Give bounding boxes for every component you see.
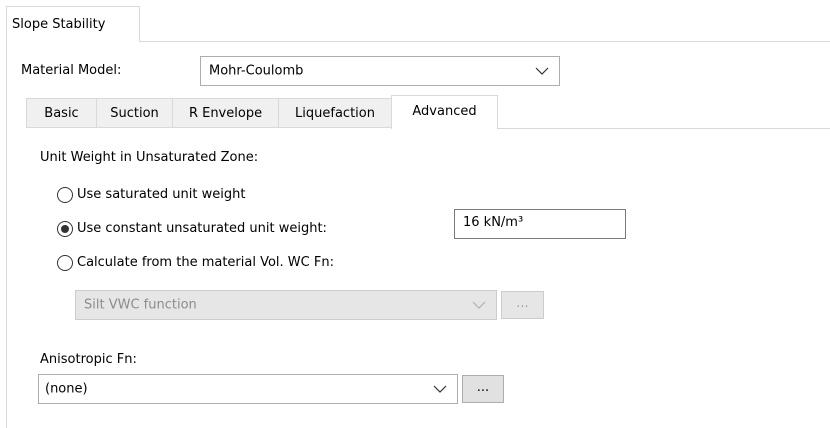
material-model-value: Mohr-Coulomb (209, 63, 304, 79)
unit-weight-heading: Unit Weight in Unsaturated Zone: (40, 150, 259, 165)
chevron-down-icon (535, 67, 549, 75)
radio-constant-unsaturated-unit-weight[interactable] (57, 221, 73, 237)
vwc-function-value: Silt VWC function (84, 297, 197, 313)
tab-r-envelope-label: R Envelope (188, 106, 263, 121)
radio-saturated-unit-weight[interactable] (57, 187, 73, 203)
tab-suction-label: Suction (110, 106, 159, 121)
constant-unit-weight-input[interactable]: 16 kN/m³ (454, 209, 626, 239)
anisotropic-fn-dropdown[interactable]: (none) (38, 374, 458, 404)
tab-slope-stability-label: Slope Stability (12, 17, 106, 32)
tab-suction[interactable]: Suction (96, 98, 172, 128)
tab-slope-stability[interactable]: Slope Stability (6, 6, 140, 42)
vwc-function-dropdown[interactable]: Silt VWC function (75, 290, 497, 320)
inner-tab-divider (497, 128, 830, 129)
outer-tab-divider (140, 41, 830, 42)
anisotropic-fn-value: (none) (45, 381, 88, 397)
tab-liquefaction[interactable]: Liquefaction (278, 98, 392, 128)
vwc-function-browse-button[interactable]: ... (501, 291, 544, 319)
radio-selected-dot (61, 225, 69, 233)
chevron-down-icon (472, 301, 486, 309)
constant-unit-weight-value: 16 kN/m³ (463, 215, 524, 230)
tab-basic-label: Basic (44, 106, 79, 121)
calculate-from-vwc-fn-label: Calculate from the material Vol. WC Fn: (77, 255, 334, 270)
tab-advanced-label: Advanced (412, 104, 477, 119)
tab-liquefaction-label: Liquefaction (295, 106, 375, 121)
material-model-label: Material Model: (21, 63, 122, 78)
saturated-unit-weight-label: Use saturated unit weight (77, 187, 246, 202)
constant-unsaturated-unit-weight-label: Use constant unsaturated unit weight: (77, 221, 327, 236)
anisotropic-fn-browse-button[interactable]: ... (462, 375, 504, 403)
material-model-dropdown[interactable]: Mohr-Coulomb (200, 56, 560, 86)
chevron-down-icon (433, 385, 447, 393)
anisotropic-fn-label: Anisotropic Fn: (40, 352, 137, 367)
tab-advanced[interactable]: Advanced (391, 95, 498, 129)
outer-panel-border (6, 41, 7, 428)
radio-calculate-from-vwc-fn[interactable] (57, 255, 73, 271)
tab-r-envelope[interactable]: R Envelope (172, 98, 278, 128)
tab-basic[interactable]: Basic (26, 98, 96, 128)
